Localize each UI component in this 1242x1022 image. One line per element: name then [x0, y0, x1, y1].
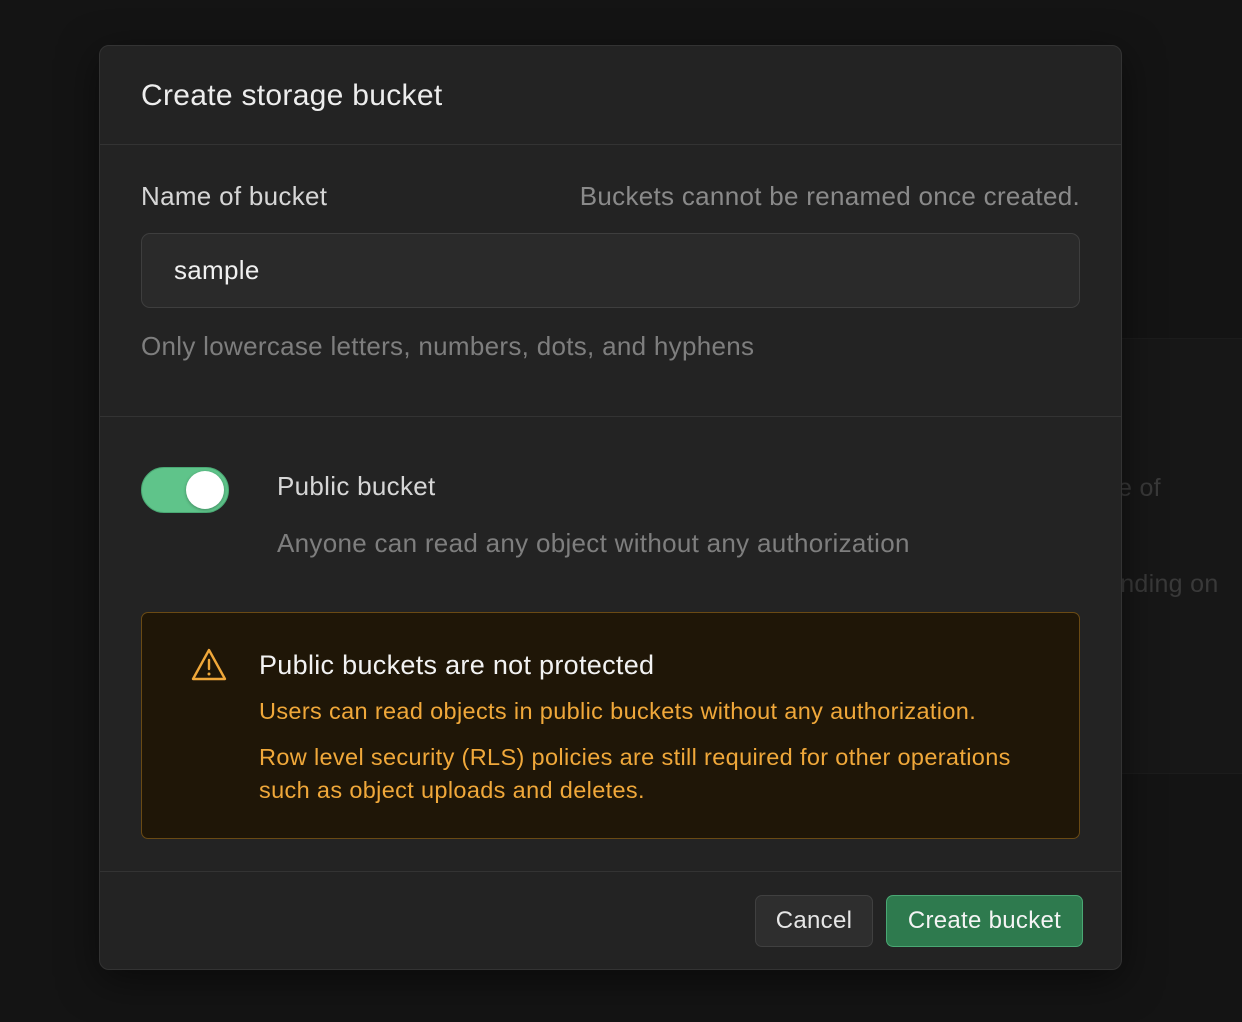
dialog-title: Create storage bucket	[141, 79, 443, 112]
public-bucket-label: Public bucket	[277, 471, 436, 501]
public-bucket-warning: Public buckets are not protected Users c…	[141, 612, 1080, 839]
create-bucket-dialog: Create storage bucket Name of bucket Buc…	[99, 45, 1122, 970]
bucket-name-label: Name of bucket	[141, 181, 328, 211]
create-bucket-button[interactable]: Create bucket	[886, 895, 1083, 947]
bucket-name-description: Only lowercase letters, numbers, dots, a…	[141, 331, 755, 361]
public-bucket-description: Anyone can read any object without any a…	[277, 528, 910, 558]
warning-triangle-icon	[191, 648, 227, 681]
toggle-knob	[186, 471, 224, 509]
bucket-name-section: Name of bucket Buckets cannot be renamed…	[100, 145, 1121, 417]
dialog-header: Create storage bucket	[100, 46, 1121, 145]
bucket-name-hint: Buckets cannot be renamed once created.	[579, 181, 1080, 211]
warning-title: Public buckets are not protected	[259, 650, 655, 680]
warning-text: Row level security (RLS) policies are st…	[259, 744, 1011, 803]
public-bucket-toggle[interactable]	[141, 467, 229, 513]
dialog-footer: Cancel Create bucket	[100, 872, 1121, 969]
cancel-button[interactable]: Cancel	[755, 895, 873, 947]
public-bucket-section: Public bucket Anyone can read any object…	[100, 417, 1121, 872]
bucket-name-input[interactable]	[141, 233, 1080, 308]
warning-text: Users can read objects in public buckets…	[259, 698, 977, 724]
